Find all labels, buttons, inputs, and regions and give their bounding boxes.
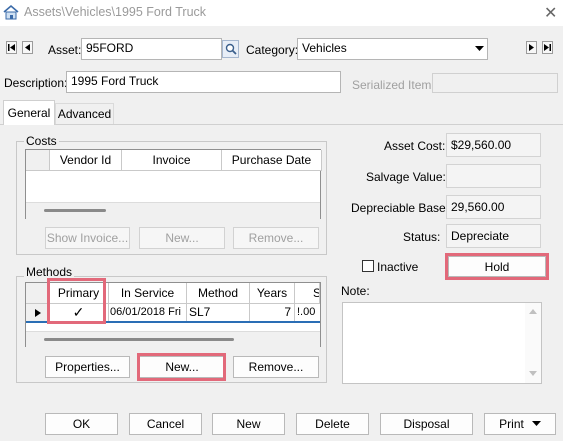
- next-record-button[interactable]: [526, 41, 537, 54]
- tab-general-label: General: [7, 106, 51, 120]
- title-bar: Assets\Vehicles\1995 Ford Truck ✕: [0, 0, 563, 26]
- methods-col-years[interactable]: Years: [250, 283, 295, 304]
- first-record-icon: [8, 44, 15, 51]
- methods-col-s[interactable]: S: [295, 283, 320, 304]
- asset-label: Asset:: [48, 43, 82, 57]
- inactive-label: Inactive: [377, 260, 419, 274]
- inactive-checkbox[interactable]: [362, 260, 374, 272]
- salvage-value-label: Salvage Value:: [366, 170, 446, 184]
- previous-record-button[interactable]: [22, 41, 33, 54]
- years-cell[interactable]: 7: [250, 304, 295, 321]
- scroll-up-icon[interactable]: [529, 309, 537, 314]
- note-label: Note:: [341, 284, 370, 298]
- category-select[interactable]: Vehicles: [297, 38, 488, 60]
- description-label: Description:: [4, 76, 68, 90]
- s-cell[interactable]: !.00: [295, 304, 320, 321]
- serialized-item-label: Serialized Item:: [352, 78, 435, 92]
- new-button[interactable]: New: [212, 413, 285, 435]
- chevron-down-icon: [474, 46, 484, 51]
- hold-button[interactable]: Hold: [448, 256, 546, 277]
- in-service-cell[interactable]: 06/01/2018 Fri: [109, 304, 187, 321]
- costs-scrollbar[interactable]: [26, 202, 320, 219]
- methods-grid[interactable]: Primary In Service Method Years S ✓ 06/0…: [25, 282, 321, 347]
- chevron-down-icon: [531, 421, 541, 426]
- methods-scroll-thumb[interactable]: [44, 338, 234, 341]
- window-title: Assets\Vehicles\1995 Ford Truck: [24, 5, 207, 19]
- methods-scrollbar[interactable]: [26, 331, 320, 347]
- costs-new-button[interactable]: New...: [139, 227, 225, 249]
- costs-scroll-thumb[interactable]: [44, 209, 106, 212]
- serialized-item-field: [432, 73, 558, 93]
- methods-row-header: [26, 283, 49, 304]
- depreciable-base-label: Depreciable Base:: [351, 201, 450, 215]
- category-value: Vehicles: [302, 41, 347, 55]
- tab-strip-line: [0, 124, 563, 125]
- close-icon[interactable]: ✕: [544, 3, 557, 23]
- costs-group-title: Costs: [24, 134, 59, 148]
- last-record-button[interactable]: [542, 41, 553, 54]
- asset-lookup-button[interactable]: [222, 40, 239, 58]
- next-record-icon: [529, 44, 534, 51]
- costs-col-invoice[interactable]: Invoice: [122, 150, 222, 171]
- costs-col-vendor-id[interactable]: Vendor Id: [50, 150, 122, 171]
- category-dropdown-button[interactable]: [471, 40, 487, 58]
- tab-advanced[interactable]: Advanced: [55, 103, 114, 124]
- note-textarea[interactable]: [342, 302, 542, 384]
- print-button-label: Print: [499, 417, 524, 431]
- depreciable-base-field: 29,560.00: [446, 195, 541, 219]
- properties-button[interactable]: Properties...: [45, 356, 130, 378]
- previous-record-icon: [25, 44, 30, 51]
- ok-button[interactable]: OK: [45, 413, 118, 435]
- methods-col-method[interactable]: Method: [187, 283, 250, 304]
- row-selector[interactable]: [26, 304, 50, 321]
- methods-group-title: Methods: [24, 265, 75, 279]
- print-button[interactable]: Print: [484, 413, 556, 435]
- tab-advanced-label: Advanced: [57, 107, 112, 121]
- cancel-button[interactable]: Cancel: [129, 413, 202, 435]
- delete-button[interactable]: Delete: [296, 413, 369, 435]
- primary-check-icon[interactable]: ✓: [49, 304, 109, 321]
- last-record-icon: [544, 44, 551, 51]
- row-pointer-icon: [34, 308, 41, 317]
- table-row[interactable]: ✓ 06/01/2018 Fri SL7 7 !.00: [26, 304, 320, 323]
- note-scrollbar[interactable]: [525, 303, 541, 383]
- costs-row-header: [26, 150, 50, 171]
- house-icon: [3, 4, 19, 20]
- asset-cost-field: $29,560.00: [446, 133, 541, 157]
- show-invoice-button[interactable]: Show Invoice...: [45, 227, 130, 249]
- costs-remove-button[interactable]: Remove...: [233, 227, 319, 249]
- method-cell[interactable]: SL7: [187, 304, 250, 321]
- salvage-value-field: [446, 164, 541, 188]
- methods-col-in-service[interactable]: In Service: [109, 283, 187, 304]
- methods-remove-button[interactable]: Remove...: [233, 356, 319, 378]
- asset-input[interactable]: 95FORD: [81, 38, 222, 60]
- methods-col-primary[interactable]: Primary: [49, 283, 109, 304]
- search-icon: [225, 43, 237, 55]
- costs-grid[interactable]: Vendor Id Invoice Purchase Date: [25, 149, 322, 219]
- methods-new-button[interactable]: New...: [139, 356, 225, 378]
- status-label: Status:: [403, 230, 441, 244]
- scroll-down-icon[interactable]: [529, 371, 537, 376]
- category-label: Category:: [246, 43, 299, 57]
- asset-cost-label: Asset Cost:: [384, 139, 446, 153]
- status-field: Depreciate: [446, 224, 541, 248]
- disposal-button[interactable]: Disposal: [380, 413, 473, 435]
- first-record-button[interactable]: [6, 41, 17, 54]
- tab-general[interactable]: General: [3, 100, 55, 125]
- description-input[interactable]: 1995 Ford Truck: [66, 71, 341, 93]
- costs-col-purchase-date[interactable]: Purchase Date: [222, 150, 322, 171]
